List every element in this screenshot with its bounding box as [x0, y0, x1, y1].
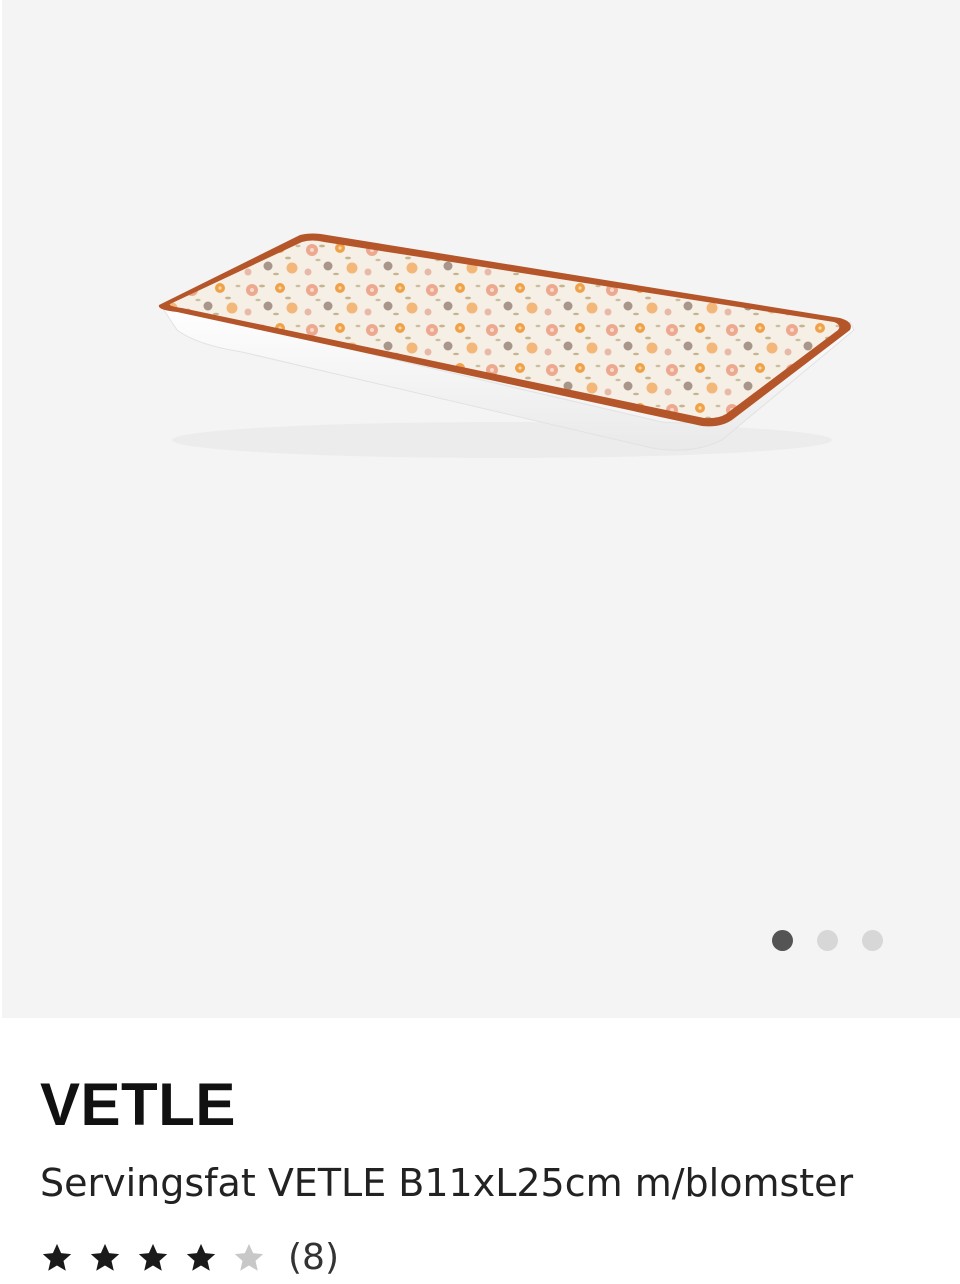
- star-full-icon: [88, 1241, 122, 1275]
- star-empty-icon: [232, 1241, 266, 1275]
- product-brand-title: VETLE: [40, 1071, 236, 1138]
- star-full-icon: [40, 1241, 74, 1275]
- carousel-dot-3[interactable]: [862, 930, 883, 951]
- carousel-dot-1[interactable]: [772, 930, 793, 951]
- product-info: VETLE Servingsfat VETLE B11xL25cm m/blom…: [0, 1018, 960, 1278]
- product-rating[interactable]: (8): [40, 1238, 339, 1278]
- star-full-icon: [136, 1241, 170, 1275]
- product-image-gallery[interactable]: [2, 0, 960, 1018]
- product-name: Servingsfat VETLE B11xL25cm m/blomster: [40, 1161, 854, 1205]
- product-image[interactable]: [2, 0, 960, 1018]
- carousel-pagination: [772, 930, 883, 951]
- carousel-dot-2[interactable]: [817, 930, 838, 951]
- rating-count[interactable]: (8): [288, 1238, 339, 1278]
- star-full-icon: [184, 1241, 218, 1275]
